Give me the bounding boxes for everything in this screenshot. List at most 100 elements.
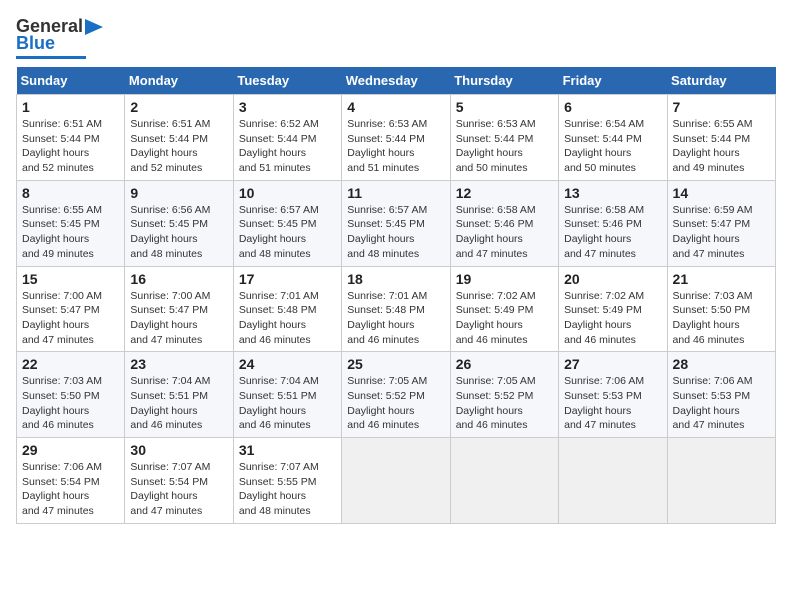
calendar-cell: 2 Sunrise: 6:51 AM Sunset: 5:44 PM Dayli… [125,95,233,181]
day-number: 23 [130,356,227,372]
day-number: 10 [239,185,336,201]
day-number: 22 [22,356,119,372]
calendar-week-5: 29 Sunrise: 7:06 AM Sunset: 5:54 PM Dayl… [17,438,776,524]
calendar-cell: 17 Sunrise: 7:01 AM Sunset: 5:48 PM Dayl… [233,266,341,352]
day-number: 29 [22,442,119,458]
cell-info: Sunrise: 6:57 AM Sunset: 5:45 PM Dayligh… [239,203,336,262]
cell-info: Sunrise: 6:51 AM Sunset: 5:44 PM Dayligh… [22,117,119,176]
calendar-cell: 9 Sunrise: 6:56 AM Sunset: 5:45 PM Dayli… [125,180,233,266]
cell-info: Sunrise: 7:03 AM Sunset: 5:50 PM Dayligh… [22,374,119,433]
logo-blue: Blue [16,33,55,53]
day-number: 3 [239,99,336,115]
calendar-cell [667,438,775,524]
calendar-cell: 16 Sunrise: 7:00 AM Sunset: 5:47 PM Dayl… [125,266,233,352]
cell-info: Sunrise: 7:02 AM Sunset: 5:49 PM Dayligh… [456,289,553,348]
cell-info: Sunrise: 6:57 AM Sunset: 5:45 PM Dayligh… [347,203,444,262]
day-number: 12 [456,185,553,201]
header-saturday: Saturday [667,67,775,95]
header-friday: Friday [559,67,667,95]
cell-info: Sunrise: 7:03 AM Sunset: 5:50 PM Dayligh… [673,289,770,348]
cell-info: Sunrise: 6:59 AM Sunset: 5:47 PM Dayligh… [673,203,770,262]
calendar-cell: 13 Sunrise: 6:58 AM Sunset: 5:46 PM Dayl… [559,180,667,266]
logo-line [16,56,86,59]
day-number: 31 [239,442,336,458]
cell-info: Sunrise: 7:02 AM Sunset: 5:49 PM Dayligh… [564,289,661,348]
cell-info: Sunrise: 7:06 AM Sunset: 5:54 PM Dayligh… [22,460,119,519]
calendar-table: SundayMondayTuesdayWednesdayThursdayFrid… [16,67,776,524]
calendar-cell: 14 Sunrise: 6:59 AM Sunset: 5:47 PM Dayl… [667,180,775,266]
day-number: 16 [130,271,227,287]
calendar-cell: 22 Sunrise: 7:03 AM Sunset: 5:50 PM Dayl… [17,352,125,438]
calendar-cell: 4 Sunrise: 6:53 AM Sunset: 5:44 PM Dayli… [342,95,450,181]
cell-info: Sunrise: 7:01 AM Sunset: 5:48 PM Dayligh… [347,289,444,348]
cell-info: Sunrise: 6:52 AM Sunset: 5:44 PM Dayligh… [239,117,336,176]
calendar-cell: 10 Sunrise: 6:57 AM Sunset: 5:45 PM Dayl… [233,180,341,266]
day-number: 27 [564,356,661,372]
calendar-cell: 23 Sunrise: 7:04 AM Sunset: 5:51 PM Dayl… [125,352,233,438]
day-number: 1 [22,99,119,115]
calendar-cell: 19 Sunrise: 7:02 AM Sunset: 5:49 PM Dayl… [450,266,558,352]
day-number: 20 [564,271,661,287]
logo: General Blue [16,16,103,59]
cell-info: Sunrise: 6:53 AM Sunset: 5:44 PM Dayligh… [456,117,553,176]
cell-info: Sunrise: 6:54 AM Sunset: 5:44 PM Dayligh… [564,117,661,176]
calendar-week-4: 22 Sunrise: 7:03 AM Sunset: 5:50 PM Dayl… [17,352,776,438]
cell-info: Sunrise: 7:00 AM Sunset: 5:47 PM Dayligh… [22,289,119,348]
calendar-cell: 6 Sunrise: 6:54 AM Sunset: 5:44 PM Dayli… [559,95,667,181]
calendar-cell: 29 Sunrise: 7:06 AM Sunset: 5:54 PM Dayl… [17,438,125,524]
calendar-cell: 27 Sunrise: 7:06 AM Sunset: 5:53 PM Dayl… [559,352,667,438]
calendar-cell: 8 Sunrise: 6:55 AM Sunset: 5:45 PM Dayli… [17,180,125,266]
calendar-week-1: 1 Sunrise: 6:51 AM Sunset: 5:44 PM Dayli… [17,95,776,181]
cell-info: Sunrise: 6:58 AM Sunset: 5:46 PM Dayligh… [564,203,661,262]
calendar-cell: 25 Sunrise: 7:05 AM Sunset: 5:52 PM Dayl… [342,352,450,438]
cell-info: Sunrise: 7:07 AM Sunset: 5:54 PM Dayligh… [130,460,227,519]
calendar-cell: 1 Sunrise: 6:51 AM Sunset: 5:44 PM Dayli… [17,95,125,181]
header-sunday: Sunday [17,67,125,95]
header-tuesday: Tuesday [233,67,341,95]
cell-info: Sunrise: 7:05 AM Sunset: 5:52 PM Dayligh… [456,374,553,433]
day-number: 14 [673,185,770,201]
day-number: 6 [564,99,661,115]
day-number: 11 [347,185,444,201]
day-number: 8 [22,185,119,201]
cell-info: Sunrise: 7:04 AM Sunset: 5:51 PM Dayligh… [130,374,227,433]
cell-info: Sunrise: 6:58 AM Sunset: 5:46 PM Dayligh… [456,203,553,262]
day-number: 19 [456,271,553,287]
day-number: 21 [673,271,770,287]
calendar-cell: 20 Sunrise: 7:02 AM Sunset: 5:49 PM Dayl… [559,266,667,352]
cell-info: Sunrise: 6:55 AM Sunset: 5:44 PM Dayligh… [673,117,770,176]
cell-info: Sunrise: 7:04 AM Sunset: 5:51 PM Dayligh… [239,374,336,433]
calendar-cell: 28 Sunrise: 7:06 AM Sunset: 5:53 PM Dayl… [667,352,775,438]
calendar-week-2: 8 Sunrise: 6:55 AM Sunset: 5:45 PM Dayli… [17,180,776,266]
day-number: 15 [22,271,119,287]
cell-info: Sunrise: 7:06 AM Sunset: 5:53 PM Dayligh… [673,374,770,433]
page-header: General Blue [16,16,776,59]
day-number: 5 [456,99,553,115]
cell-info: Sunrise: 7:07 AM Sunset: 5:55 PM Dayligh… [239,460,336,519]
calendar-header-row: SundayMondayTuesdayWednesdayThursdayFrid… [17,67,776,95]
calendar-cell [342,438,450,524]
day-number: 18 [347,271,444,287]
cell-info: Sunrise: 6:55 AM Sunset: 5:45 PM Dayligh… [22,203,119,262]
calendar-cell: 26 Sunrise: 7:05 AM Sunset: 5:52 PM Dayl… [450,352,558,438]
calendar-cell: 24 Sunrise: 7:04 AM Sunset: 5:51 PM Dayl… [233,352,341,438]
header-thursday: Thursday [450,67,558,95]
cell-info: Sunrise: 7:01 AM Sunset: 5:48 PM Dayligh… [239,289,336,348]
calendar-cell: 3 Sunrise: 6:52 AM Sunset: 5:44 PM Dayli… [233,95,341,181]
day-number: 26 [456,356,553,372]
calendar-cell: 11 Sunrise: 6:57 AM Sunset: 5:45 PM Dayl… [342,180,450,266]
calendar-cell: 12 Sunrise: 6:58 AM Sunset: 5:46 PM Dayl… [450,180,558,266]
calendar-cell: 18 Sunrise: 7:01 AM Sunset: 5:48 PM Dayl… [342,266,450,352]
header-wednesday: Wednesday [342,67,450,95]
cell-info: Sunrise: 7:05 AM Sunset: 5:52 PM Dayligh… [347,374,444,433]
cell-info: Sunrise: 7:00 AM Sunset: 5:47 PM Dayligh… [130,289,227,348]
cell-info: Sunrise: 6:51 AM Sunset: 5:44 PM Dayligh… [130,117,227,176]
calendar-cell [559,438,667,524]
calendar-cell: 15 Sunrise: 7:00 AM Sunset: 5:47 PM Dayl… [17,266,125,352]
day-number: 17 [239,271,336,287]
calendar-cell: 7 Sunrise: 6:55 AM Sunset: 5:44 PM Dayli… [667,95,775,181]
day-number: 28 [673,356,770,372]
day-number: 24 [239,356,336,372]
calendar-cell: 21 Sunrise: 7:03 AM Sunset: 5:50 PM Dayl… [667,266,775,352]
day-number: 2 [130,99,227,115]
